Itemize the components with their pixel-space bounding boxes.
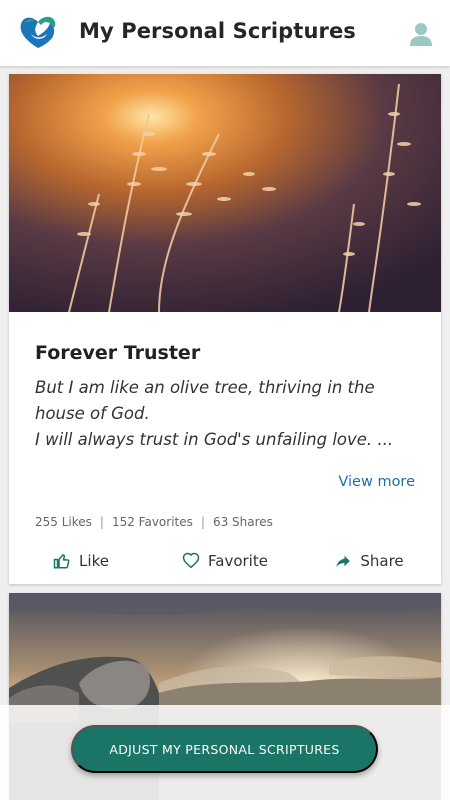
verse-line: But I am like an olive tree, thriving in… — [35, 378, 375, 423]
card-verse: But I am like an olive tree, thriving in… — [35, 375, 427, 453]
share-button[interactable]: Share — [297, 544, 441, 578]
heart-icon — [182, 552, 200, 570]
app-bar: My Personal Scriptures — [0, 0, 450, 66]
view-more-link[interactable]: View more — [338, 474, 415, 490]
stats-separator: | — [99, 515, 104, 529]
app-title: My Personal Scriptures — [79, 19, 356, 43]
shares-count: 63 Shares — [212, 515, 273, 529]
share-label: Share — [360, 552, 404, 570]
scripture-card: Forever Truster But I am like an olive t… — [9, 74, 441, 584]
stats-separator: | — [200, 515, 205, 529]
likes-count: 255 Likes — [35, 515, 92, 529]
logo-icon — [17, 12, 59, 52]
user-avatar-icon[interactable] — [410, 22, 432, 46]
share-arrow-icon — [334, 552, 352, 570]
card-actions: Like Favorite Share — [9, 544, 441, 578]
like-label: Like — [79, 552, 109, 570]
card-image — [9, 74, 441, 312]
favorite-button[interactable]: Favorite — [153, 544, 297, 578]
verse-line: I will always trust in God's unfailing l… — [35, 430, 394, 449]
like-button[interactable]: Like — [9, 544, 153, 578]
adjust-scriptures-button[interactable]: ADJUST MY PERSONAL SCRIPTURES — [71, 725, 378, 773]
thumbs-up-icon — [53, 552, 71, 570]
card-title: Forever Truster — [35, 342, 201, 364]
favorites-count: 152 Favorites — [111, 515, 193, 529]
favorite-label: Favorite — [208, 552, 268, 570]
card-stats: 255 Likes | 152 Favorites | 63 Shares — [35, 515, 273, 529]
